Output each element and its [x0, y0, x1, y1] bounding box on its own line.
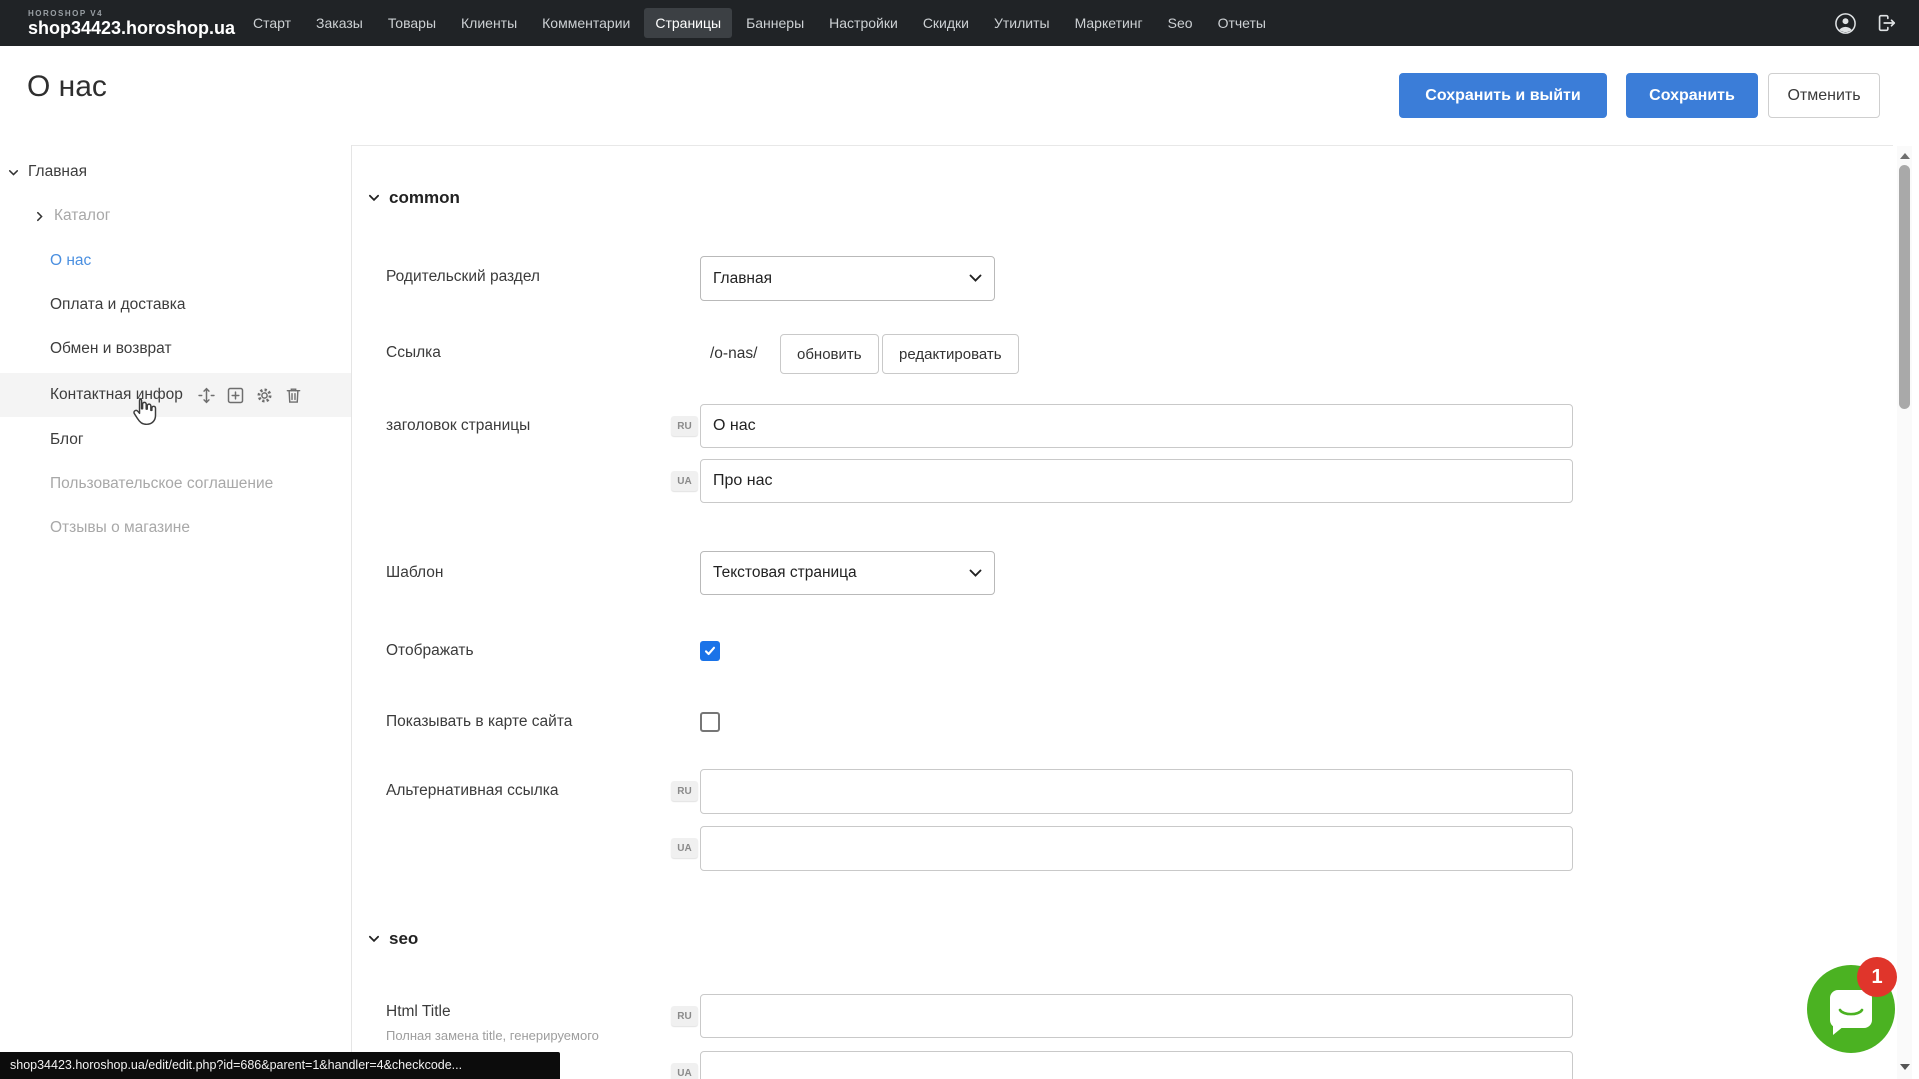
delete-icon[interactable] — [283, 385, 304, 406]
nav-item-utility[interactable]: Утилиты — [983, 8, 1061, 38]
chevron-down-icon[interactable] — [8, 167, 19, 178]
chevron-down-icon — [368, 192, 380, 204]
logout-icon[interactable] — [1875, 12, 1897, 34]
html-title-hint: Полная замена title, генерируемого — [386, 1028, 599, 1043]
navbar-right — [1834, 12, 1897, 35]
chevron-right-icon[interactable] — [34, 211, 45, 222]
lang-chip-ru: RU — [671, 1006, 698, 1026]
drag-move-icon[interactable] — [196, 385, 217, 406]
sidebar-item-otzyvy-o-magazine[interactable]: Отзывы о магазине — [0, 506, 351, 550]
nav-item-otchety[interactable]: Отчеты — [1207, 8, 1277, 38]
nav-item-stranitsy[interactable]: Страницы — [644, 8, 732, 38]
tree-item-actions — [196, 385, 304, 406]
alt-link-label: Альтернативная ссылка — [386, 782, 559, 800]
cancel-button[interactable]: Отменить — [1768, 73, 1880, 118]
parent-section-select[interactable]: Главная — [700, 256, 995, 301]
scrollbar-thumb[interactable] — [1899, 165, 1910, 409]
nav-item-kommentarii[interactable]: Комментарии — [531, 8, 641, 38]
nav-item-skidki[interactable]: Скидки — [912, 8, 980, 38]
lang-chip-ru: RU — [671, 416, 698, 436]
section-common-toggle[interactable]: common — [368, 188, 460, 208]
html-title-ua-input[interactable] — [700, 1051, 1573, 1079]
sidebar-item-katalog[interactable]: Каталог — [0, 194, 351, 238]
sidebar-item-glavnaya[interactable]: Главная — [0, 150, 351, 194]
link-path-value: /o-nas/ — [710, 345, 757, 363]
html-title-label: Html Title — [386, 1003, 451, 1021]
section-seo-title: seo — [389, 929, 418, 949]
top-navbar: HOROSHOP V4 shop34423.horoshop.ua Старт … — [0, 0, 1919, 46]
sitemap-label: Показывать в карте сайта — [386, 713, 572, 731]
page-title: О нас — [27, 70, 107, 104]
nav-item-klienty[interactable]: Клиенты — [450, 8, 528, 38]
html-title-ru-input[interactable] — [700, 994, 1573, 1038]
sidebar-item-label: Отзывы о магазине — [50, 519, 190, 537]
page-title-field-label: заголовок страницы — [386, 417, 530, 435]
sidebar-item-label: Пользовательское соглашение — [50, 475, 273, 493]
sidebar-item-o-nas[interactable]: О нас — [0, 239, 351, 283]
save-button[interactable]: Сохранить — [1626, 73, 1758, 118]
lang-chip-ua: UA — [671, 838, 698, 858]
sidebar-item-label: Контактная инфор — [50, 386, 183, 404]
section-common-title: common — [389, 188, 460, 208]
nav-item-seo[interactable]: Seo — [1157, 8, 1204, 38]
page-title-ru-input[interactable] — [700, 404, 1573, 448]
user-account-icon[interactable] — [1834, 12, 1857, 35]
pages-tree-sidebar: Главная Каталог О нас Оплата и доставка … — [0, 145, 352, 1079]
check-icon — [703, 644, 717, 658]
sidebar-item-oplata-i-dostavka[interactable]: Оплата и доставка — [0, 283, 351, 327]
section-seo-toggle[interactable]: seo — [368, 929, 418, 949]
parent-section-label: Родительский раздел — [386, 268, 540, 286]
alt-link-ua-input[interactable] — [700, 826, 1573, 871]
select-chevron-icon — [969, 274, 982, 283]
sidebar-item-polzovatelskoe-soglashenie[interactable]: Пользовательское соглашение — [0, 462, 351, 506]
settings-icon[interactable] — [254, 385, 275, 406]
sidebar-item-obmen-i-vozvrat[interactable]: Обмен и возврат — [0, 327, 351, 371]
alt-link-ru-input[interactable] — [700, 769, 1573, 814]
template-value: Текстовая страница — [713, 564, 857, 582]
lang-chip-ua: UA — [671, 471, 698, 491]
add-page-icon[interactable] — [225, 385, 246, 406]
sidebar-item-label: Блог — [50, 431, 84, 449]
parent-section-value: Главная — [713, 270, 772, 288]
link-update-button[interactable]: обновить — [780, 334, 879, 374]
nav-item-start[interactable]: Старт — [242, 8, 302, 38]
save-and-exit-button[interactable]: Сохранить и выйти — [1399, 73, 1607, 118]
page-title-ua-input[interactable] — [700, 459, 1573, 503]
logo[interactable]: HOROSHOP V4 shop34423.horoshop.ua — [28, 9, 234, 38]
nav-item-bannery[interactable]: Баннеры — [735, 8, 815, 38]
chevron-down-icon — [368, 933, 380, 945]
browser-status-bar: shop34423.horoshop.ua/edit/edit.php?id=6… — [0, 1052, 560, 1079]
sidebar-item-label: Каталог — [54, 207, 110, 225]
sidebar-item-label: О нас — [50, 252, 91, 270]
sidebar-item-label: Обмен и возврат — [50, 340, 172, 358]
link-label: Ссылка — [386, 344, 441, 362]
nav-item-zakazy[interactable]: Заказы — [305, 8, 374, 38]
vertical-scrollbar[interactable] — [1897, 146, 1912, 1079]
select-chevron-icon — [969, 569, 982, 578]
page-header: О нас Сохранить и выйти Сохранить Отмени… — [0, 46, 1919, 145]
sidebar-item-kontaktnaya-infor[interactable]: Контактная инфор — [0, 373, 351, 417]
nav-item-marketing[interactable]: Маркетинг — [1064, 8, 1154, 38]
chat-unread-badge: 1 — [1857, 957, 1897, 997]
sitemap-checkbox[interactable] — [700, 712, 720, 732]
display-label: Отображать — [386, 642, 474, 660]
logo-version-text: HOROSHOP V4 — [28, 9, 234, 18]
display-checkbox[interactable] — [700, 641, 720, 661]
lang-chip-ru: RU — [671, 781, 698, 801]
main-menu: Старт Заказы Товары Клиенты Комментарии … — [242, 8, 1277, 38]
sidebar-item-blog[interactable]: Блог — [0, 418, 351, 462]
nav-item-tovary[interactable]: Товары — [377, 8, 447, 38]
chat-bubble-icon — [1830, 990, 1872, 1028]
lang-chip-ua: UA — [671, 1063, 698, 1079]
sidebar-item-label: Главная — [28, 163, 87, 181]
scroll-up-arrow[interactable] — [1897, 148, 1912, 164]
logo-domain-text: shop34423.horoshop.ua — [28, 18, 234, 38]
scroll-down-arrow[interactable] — [1897, 1059, 1912, 1075]
sidebar-item-label: Оплата и доставка — [50, 296, 186, 314]
template-select[interactable]: Текстовая страница — [700, 551, 995, 595]
page-edit-form: common Родительский раздел Главная Ссылк… — [352, 145, 1893, 1079]
nav-item-nastroyki[interactable]: Настройки — [818, 8, 909, 38]
template-label: Шаблон — [386, 564, 443, 582]
link-edit-button[interactable]: редактировать — [882, 334, 1019, 374]
